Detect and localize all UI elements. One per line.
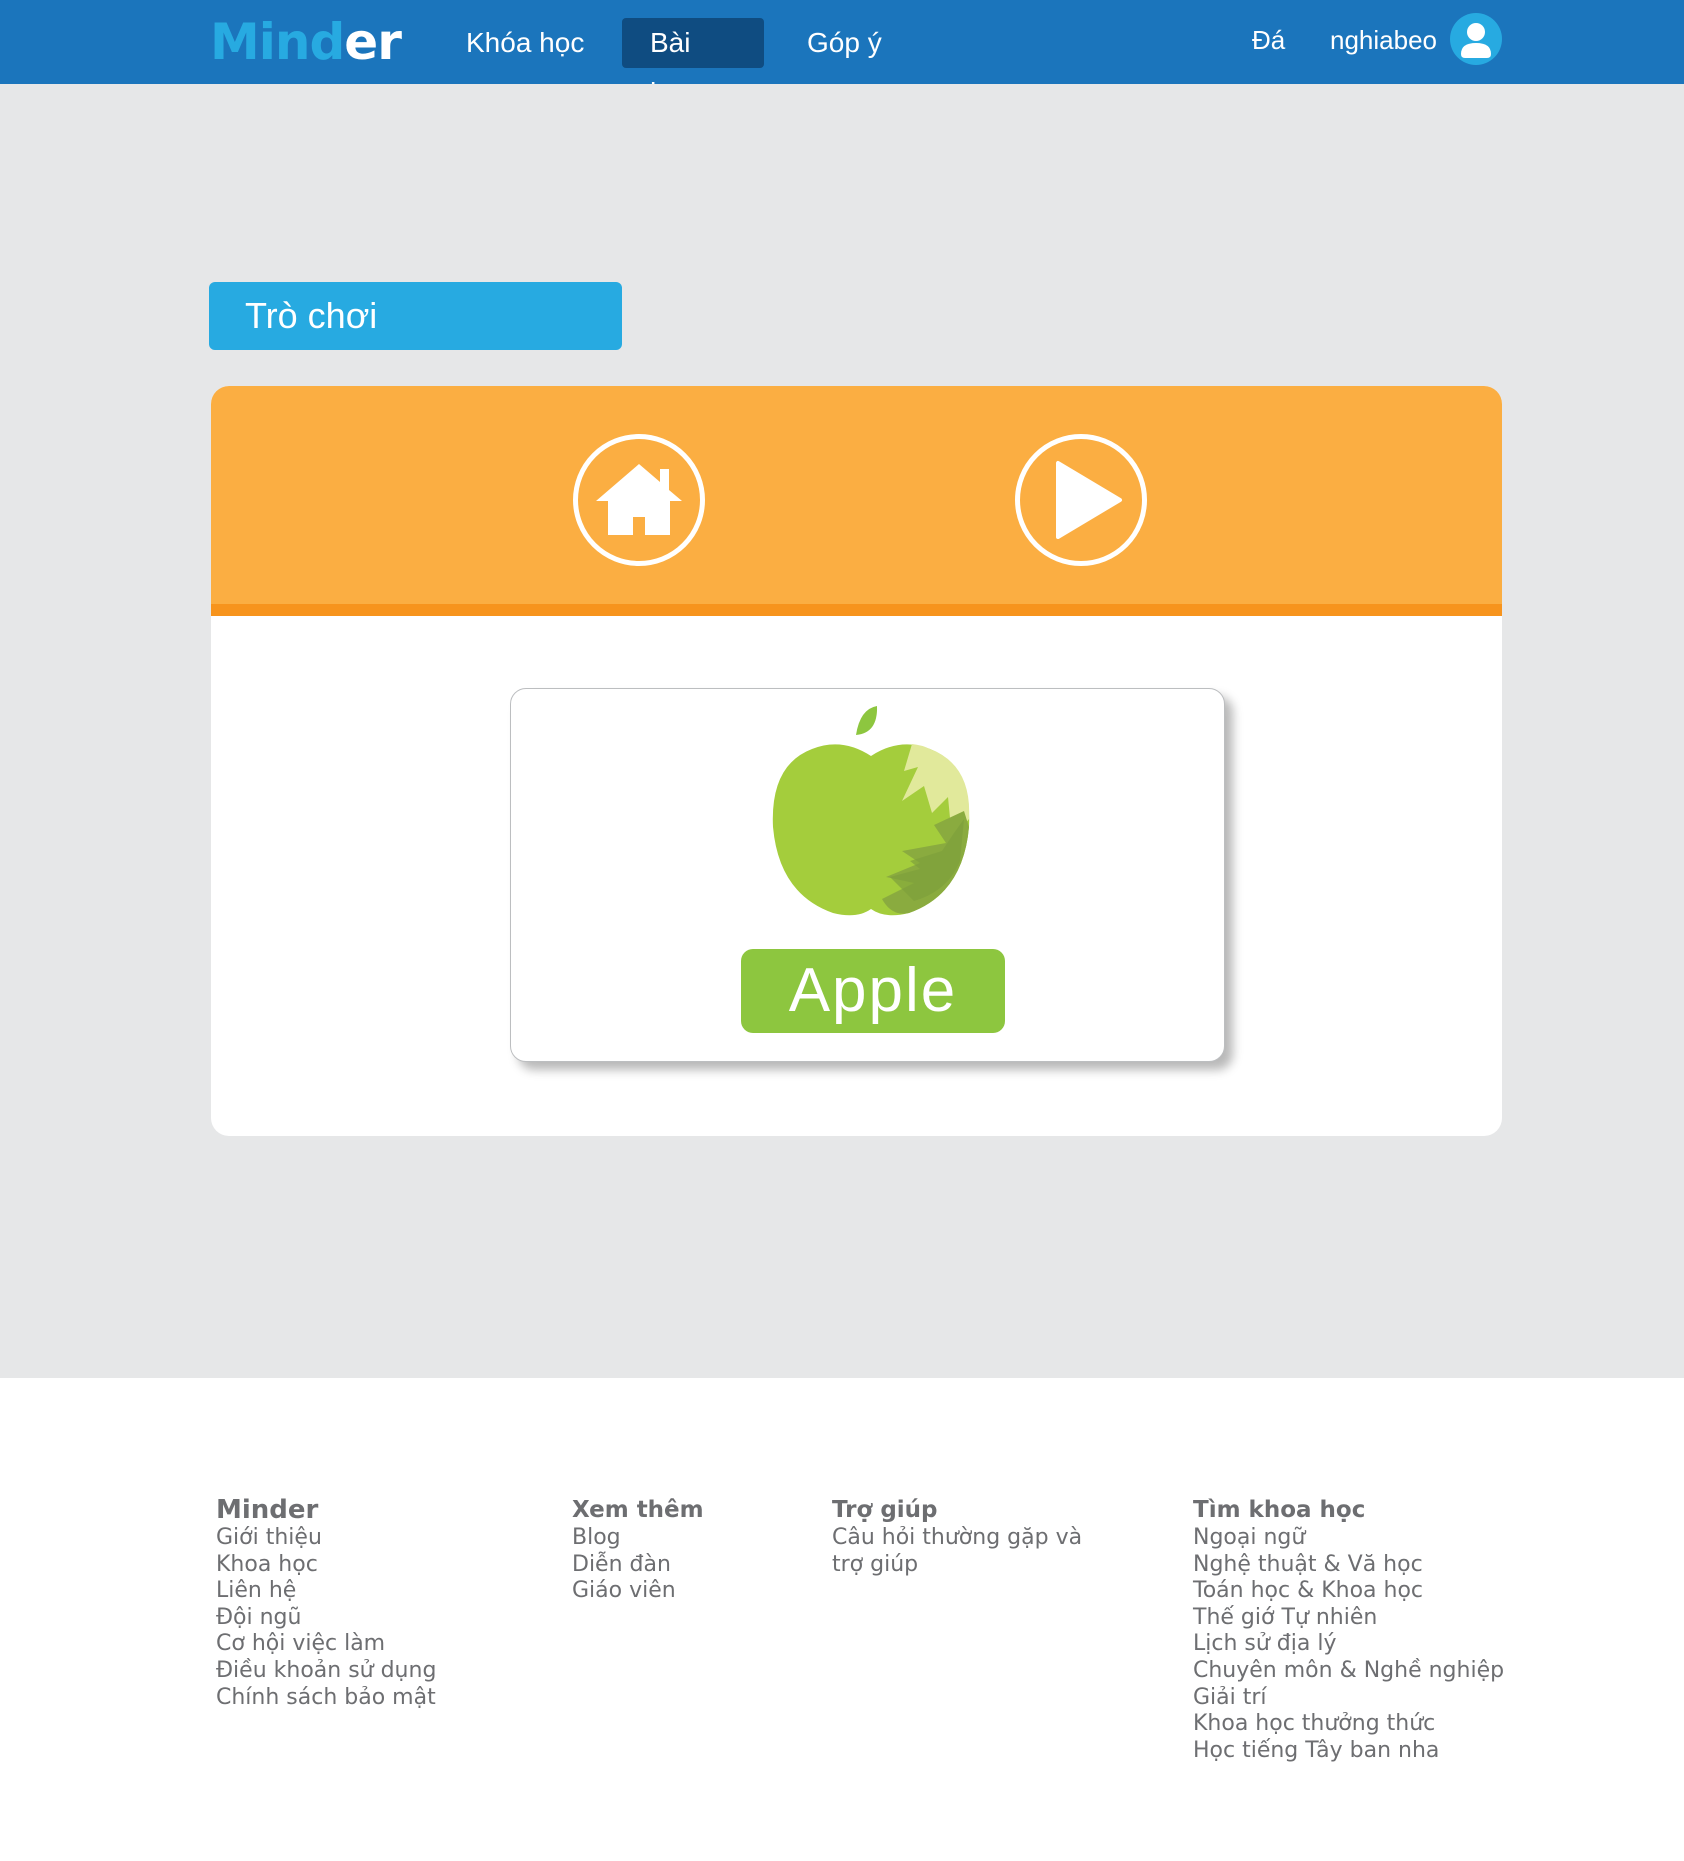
- footer-link[interactable]: Học tiếng Tây ban nha: [1193, 1738, 1504, 1765]
- username-link[interactable]: nghiabeo: [1330, 18, 1437, 62]
- play-button[interactable]: [1015, 434, 1147, 566]
- play-icon: [1056, 461, 1122, 539]
- footer-link[interactable]: Cơ hội việc làm: [216, 1631, 436, 1658]
- footer-link[interactable]: Toán học & Khoa học: [1193, 1578, 1504, 1605]
- footer-column-title: Minder: [216, 1495, 319, 1525]
- footer-link[interactable]: trợ giúp: [832, 1552, 1082, 1579]
- footer-column-tim-khoa-hoc: Tìm khoa học Ngoại ngữ Nghệ thuật & Vă h…: [1193, 1495, 1504, 1764]
- footer-link[interactable]: Giáo viên: [572, 1578, 704, 1605]
- footer-link[interactable]: Giải trí: [1193, 1685, 1504, 1712]
- nav-gop-y[interactable]: Góp ý: [779, 18, 910, 68]
- top-nav-bar: Minder Khóa học Bài học Góp ý Đá nghiabe…: [0, 0, 1684, 108]
- card-word-label: Apple: [741, 949, 1005, 1033]
- logo-text-part1: Mind: [210, 13, 345, 71]
- footer-link[interactable]: Liên hệ: [216, 1578, 436, 1605]
- footer-column-xem-them: Xem thêm Blog Diễn đàn Giáo viên: [572, 1495, 704, 1605]
- footer-link[interactable]: Blog: [572, 1525, 704, 1552]
- toolbar-divider: [211, 604, 1502, 616]
- footer-link[interactable]: Chuyên môn & Nghề nghiệp: [1193, 1658, 1504, 1685]
- footer-column-title: Xem thêm: [572, 1497, 704, 1523]
- home-button[interactable]: [573, 434, 705, 566]
- footer-link[interactable]: Ngoại ngữ: [1193, 1525, 1504, 1552]
- footer-link[interactable]: Khoa học: [216, 1552, 436, 1579]
- logo-text-part2: er: [344, 13, 402, 71]
- nav-bai-hoc[interactable]: Bài học: [622, 18, 764, 108]
- footer-link[interactable]: Thế giớ Tự nhiên: [1193, 1605, 1504, 1632]
- flashcard[interactable]: Apple: [510, 688, 1225, 1062]
- section-title: Trò chơi: [209, 282, 622, 350]
- home-icon: [596, 464, 682, 535]
- user-avatar[interactable]: [1450, 13, 1502, 65]
- footer-link[interactable]: Đội ngũ: [216, 1605, 436, 1632]
- user-icon: [1461, 23, 1491, 58]
- header-link-da[interactable]: Đá: [1252, 18, 1285, 62]
- footer-column-minder: Minder Giới thiệu Khoa học Liên hệ Đội n…: [216, 1495, 436, 1711]
- footer-link[interactable]: Nghệ thuật & Vă học: [1193, 1552, 1504, 1579]
- game-toolbar: [211, 386, 1502, 604]
- footer-column-title: Tìm khoa học: [1193, 1497, 1366, 1523]
- footer-column-tro-giup: Trợ giúp Câu hỏi thường gặp và trợ giúp: [832, 1495, 1082, 1578]
- footer-link[interactable]: Diễn đàn: [572, 1552, 704, 1579]
- footer-link[interactable]: Giới thiệu: [216, 1525, 436, 1552]
- footer-link[interactable]: Lịch sử địa lý: [1193, 1631, 1504, 1658]
- apple-icon: [772, 706, 970, 916]
- footer-link[interactable]: Điều khoản sử dụng: [216, 1658, 436, 1685]
- footer-link[interactable]: Câu hỏi thường gặp và: [832, 1525, 1082, 1552]
- footer-link[interactable]: Chính sách bảo mật: [216, 1685, 436, 1712]
- nav-khoa-hoc[interactable]: Khóa học: [438, 18, 612, 68]
- footer-column-title: Trợ giúp: [832, 1497, 938, 1523]
- main-content: Trò chơi Apple: [0, 84, 1684, 1378]
- footer-link[interactable]: Khoa học thưởng thức: [1193, 1711, 1504, 1738]
- logo[interactable]: Minder: [210, 10, 402, 74]
